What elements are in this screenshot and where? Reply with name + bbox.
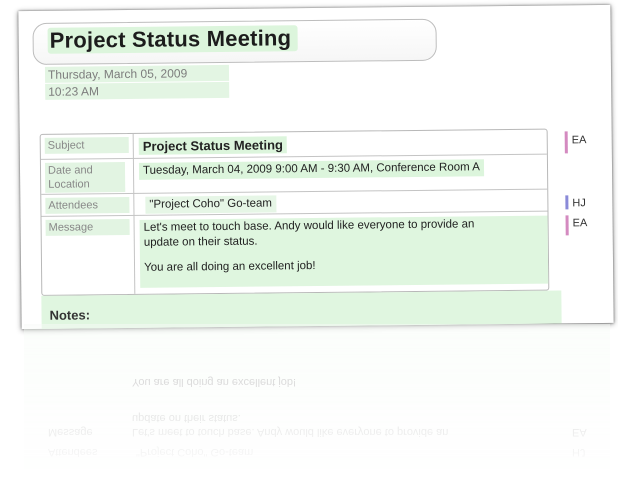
- reflection-attendees-label: Attendees: [48, 446, 98, 458]
- reflection-background: [24, 324, 610, 480]
- table-row-message: Message Let's meet to touch base. Andy w…: [42, 212, 549, 295]
- date-location-label: Date and Location: [44, 162, 126, 193]
- notes-label: Notes:: [49, 307, 91, 323]
- reflection-tag-hj: HJ: [572, 446, 586, 458]
- message-value[interactable]: Let's meet to touch base. Andy would lik…: [139, 215, 549, 288]
- message-label: Message: [45, 218, 130, 236]
- note-page: Project Status Meeting Thursday, March 0…: [18, 4, 614, 330]
- message-line-3: You are all doing an excellent job!: [143, 260, 316, 274]
- author-tag-ea-2: EA: [572, 217, 588, 230]
- page-title: Project Status Meeting: [47, 25, 298, 54]
- meeting-details-table: Subject Project Status Meeting Date and …: [39, 128, 550, 296]
- subject-label: Subject: [44, 136, 129, 154]
- reflection-line-1: Let's meet to touch base. Andy would lik…: [132, 426, 449, 438]
- page-title-box[interactable]: Project Status Meeting: [32, 18, 437, 65]
- page-reflection: You are all doing an excellent job! upda…: [24, 324, 610, 480]
- author-tag-hj: HJ: [572, 197, 586, 210]
- author-bar-hj: [565, 195, 569, 210]
- reflection-message-label: Message: [48, 426, 93, 438]
- reflection-line-2: update on their status.: [132, 412, 241, 424]
- date-location-value[interactable]: Tuesday, March 04, 2009 9:00 AM - 9:30 A…: [138, 159, 484, 180]
- attendees-label: Attendees: [45, 196, 130, 214]
- author-bar-ea-1: [564, 131, 568, 154]
- reflection-tag-ea: EA: [572, 426, 587, 438]
- reflection-attendees: "Project Coho" Go-team: [136, 446, 254, 458]
- author-bar-ea-2: [565, 215, 569, 236]
- subject-value[interactable]: Project Status Meeting: [138, 136, 287, 155]
- reflection-line-3: You are all doing an excellent job!: [132, 376, 297, 388]
- page-date: Thursday, March 05, 2009: [44, 64, 230, 83]
- table-row-date-location: Date and Location Tuesday, March 04, 200…: [40, 154, 548, 195]
- author-tag-ea-1: EA: [571, 134, 587, 147]
- attendees-value[interactable]: "Project Coho" Go-team: [145, 195, 277, 214]
- page-time: 10:23 AM: [45, 81, 230, 100]
